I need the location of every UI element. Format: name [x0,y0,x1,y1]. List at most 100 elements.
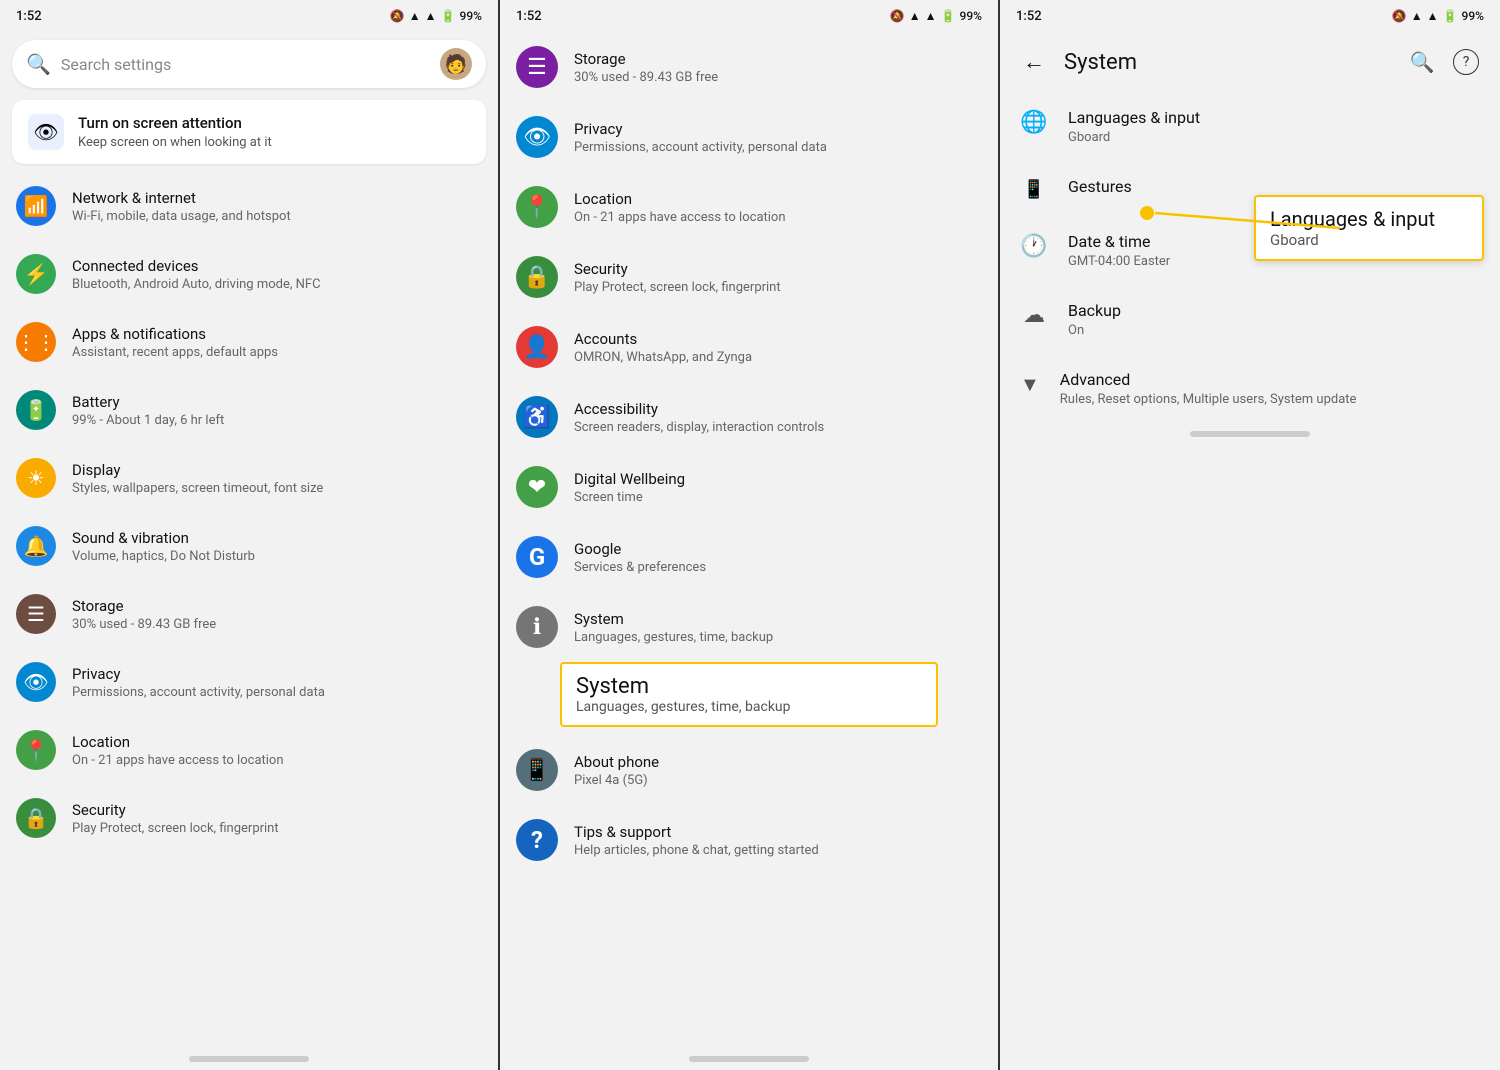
storage-sub: 30% used - 89.43 GB free [72,617,482,632]
p2-security[interactable]: 🔒 Security Play Protect, screen lock, fi… [500,242,998,312]
p2-system[interactable]: ℹ System Languages, gestures, time, back… [500,592,998,662]
setting-connected[interactable]: ⚡ Connected devices Bluetooth, Android A… [0,240,498,308]
back-icon: ← [1023,49,1045,75]
languages-icon: 🌐 [1020,110,1048,135]
avatar[interactable]: 🧑 [440,48,472,80]
security-sub: Play Protect, screen lock, fingerprint [72,821,482,836]
panel-3-wrapper: 1:52 🔕 ▲ ▲ 🔋 99% ← System 🔍 ? [1000,0,1500,1070]
battery-title: Battery [72,393,482,411]
attention-icon: 👁 [28,114,64,150]
setting-security[interactable]: 🔒 Security Play Protect, screen lock, fi… [0,784,498,852]
security-icon-2: 🔒 [516,256,558,298]
battery-icon-2: 🔋 [941,9,956,23]
battery-pct-1: 99% [460,9,482,23]
p2-accounts-sub: OMRON, WhatsApp, and Zynga [574,350,982,365]
p2-storage-sub: 30% used - 89.43 GB free [574,70,982,85]
help-button[interactable]: ? [1448,44,1484,80]
security-setting-icon-1: 🔒 [16,798,56,838]
time-1: 1:52 [16,9,42,24]
storage-icon-2: ☰ [516,46,558,88]
status-bar-3: 1:52 🔕 ▲ ▲ 🔋 99% [1000,0,1500,32]
p2-accessibility[interactable]: ♿ Accessibility Screen readers, display,… [500,382,998,452]
setting-location[interactable]: 📍 Location On - 21 apps have access to l… [0,716,498,784]
display-sub: Styles, wallpapers, screen timeout, font… [72,481,482,496]
p2-tips[interactable]: ? Tips & support Help articles, phone & … [500,805,998,875]
backup-sub: On [1068,323,1480,338]
system-callout-box: System Languages, gestures, time, backup [560,662,938,727]
setting-storage[interactable]: ☰ Storage 30% used - 89.43 GB free [0,580,498,648]
system-callout-sub: Languages, gestures, time, backup [576,699,922,715]
p2-system-wrapper: ℹ System Languages, gestures, time, back… [500,592,998,727]
p2-privacy-title: Privacy [574,120,982,138]
p2-system-sub: Languages, gestures, time, backup [574,630,982,645]
screen-attention-card[interactable]: 👁 Turn on screen attention Keep screen o… [12,100,486,164]
advanced-title: Advanced [1060,370,1480,389]
panel-1: 1:52 🔕 ▲ ▲ 🔋 99% 🔍 Search settings 🧑 👁 T… [0,0,500,1070]
yellow-dot-languages [1140,206,1154,220]
tips-icon-2: ? [516,819,558,861]
p2-about-sub: Pixel 4a (5G) [574,773,982,788]
p2-aboutphone[interactable]: 📱 About phone Pixel 4a (5G) [500,735,998,805]
time-2: 1:52 [516,9,542,24]
p2-system-title: System [574,610,982,628]
p2-dw-title: Digital Wellbeing [574,470,982,488]
wifi-icon-2: ▲ [909,9,921,23]
privacy-icon-2: 👁 [516,116,558,158]
connected-title: Connected devices [72,257,482,275]
location-title: Location [72,733,482,751]
languages-title: Languages & input [1068,108,1480,127]
p2-security-sub: Play Protect, screen lock, fingerprint [574,280,982,295]
p2-accounts[interactable]: 👤 Accounts OMRON, WhatsApp, and Zynga [500,312,998,382]
accounts-icon-2: 👤 [516,326,558,368]
gestures-icon: 📱 [1020,179,1048,200]
p3-languages[interactable]: 🌐 Languages & input Gboard [1000,92,1500,161]
aboutphone-icon-2: 📱 [516,749,558,791]
setting-display[interactable]: ☀ Display Styles, wallpapers, screen tim… [0,444,498,512]
p2-digitalwellbeing[interactable]: ❤ Digital Wellbeing Screen time [500,452,998,522]
privacy-setting-icon-1: 👁 [16,662,56,702]
signal-icon: ▲ [425,9,437,23]
search-button-3[interactable]: 🔍 [1404,44,1440,80]
search-icon: 🔍 [26,52,51,76]
header-action-icons: 🔍 ? [1404,44,1484,80]
display-setting-icon: ☀ [16,458,56,498]
datetime-icon: 🕐 [1020,234,1048,259]
connected-sub: Bluetooth, Android Auto, driving mode, N… [72,277,482,292]
wifi-setting-icon: 📶 [16,186,56,226]
backup-title: Backup [1068,301,1480,320]
battery-pct-3: 99% [1462,9,1484,23]
setting-apps[interactable]: ⋮⋮ Apps & notifications Assistant, recen… [0,308,498,376]
dnd-icon: 🔕 [390,9,405,23]
p2-storage[interactable]: ☰ Storage 30% used - 89.43 GB free [500,32,998,102]
google-icon-2: G [516,536,558,578]
devices-setting-icon: ⚡ [16,254,56,294]
p2-google[interactable]: G Google Services & preferences [500,522,998,592]
system-title: System [1064,50,1392,75]
attention-title: Turn on screen attention [78,114,272,132]
setting-battery[interactable]: 🔋 Battery 99% - About 1 day, 6 hr left [0,376,498,444]
setting-network[interactable]: 📶 Network & internet Wi-Fi, mobile, data… [0,172,498,240]
display-title: Display [72,461,482,479]
p2-privacy[interactable]: 👁 Privacy Permissions, account activity,… [500,102,998,172]
p2-location[interactable]: 📍 Location On - 21 apps have access to l… [500,172,998,242]
p2-accounts-title: Accounts [574,330,982,348]
location-setting-icon-1: 📍 [16,730,56,770]
chevron-down-icon: ▼ [1020,372,1040,397]
p2-security-title: Security [574,260,982,278]
setting-sound[interactable]: 🔔 Sound & vibration Volume, haptics, Do … [0,512,498,580]
p3-advanced[interactable]: ▼ Advanced Rules, Reset options, Multipl… [1000,354,1500,423]
setting-privacy[interactable]: 👁 Privacy Permissions, account activity,… [0,648,498,716]
p2-google-sub: Services & preferences [574,560,982,575]
battery-pct-2: 99% [960,9,982,23]
search-icon-3: 🔍 [1410,50,1435,74]
apps-setting-icon: ⋮⋮ [16,322,56,362]
battery-icon: 🔋 [441,9,456,23]
back-button[interactable]: ← [1016,44,1052,80]
search-bar[interactable]: 🔍 Search settings 🧑 [12,40,486,88]
privacy-title: Privacy [72,665,482,683]
status-icons-3: 🔕 ▲ ▲ 🔋 99% [1392,9,1484,23]
sound-sub: Volume, haptics, Do Not Disturb [72,549,482,564]
battery-setting-icon: 🔋 [16,390,56,430]
p3-backup[interactable]: ☁ Backup On [1000,285,1500,354]
p2-storage-title: Storage [574,50,982,68]
